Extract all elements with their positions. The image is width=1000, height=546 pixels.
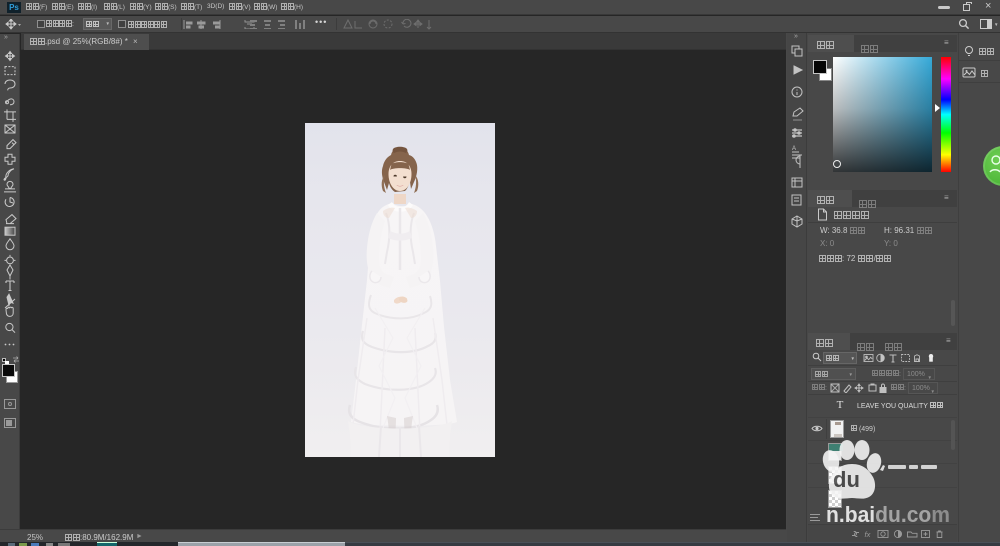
svg-text:A: A — [792, 146, 796, 152]
svg-text:n.baidu.com: n.baidu.com — [826, 502, 950, 527]
svg-text:du: du — [833, 467, 860, 492]
